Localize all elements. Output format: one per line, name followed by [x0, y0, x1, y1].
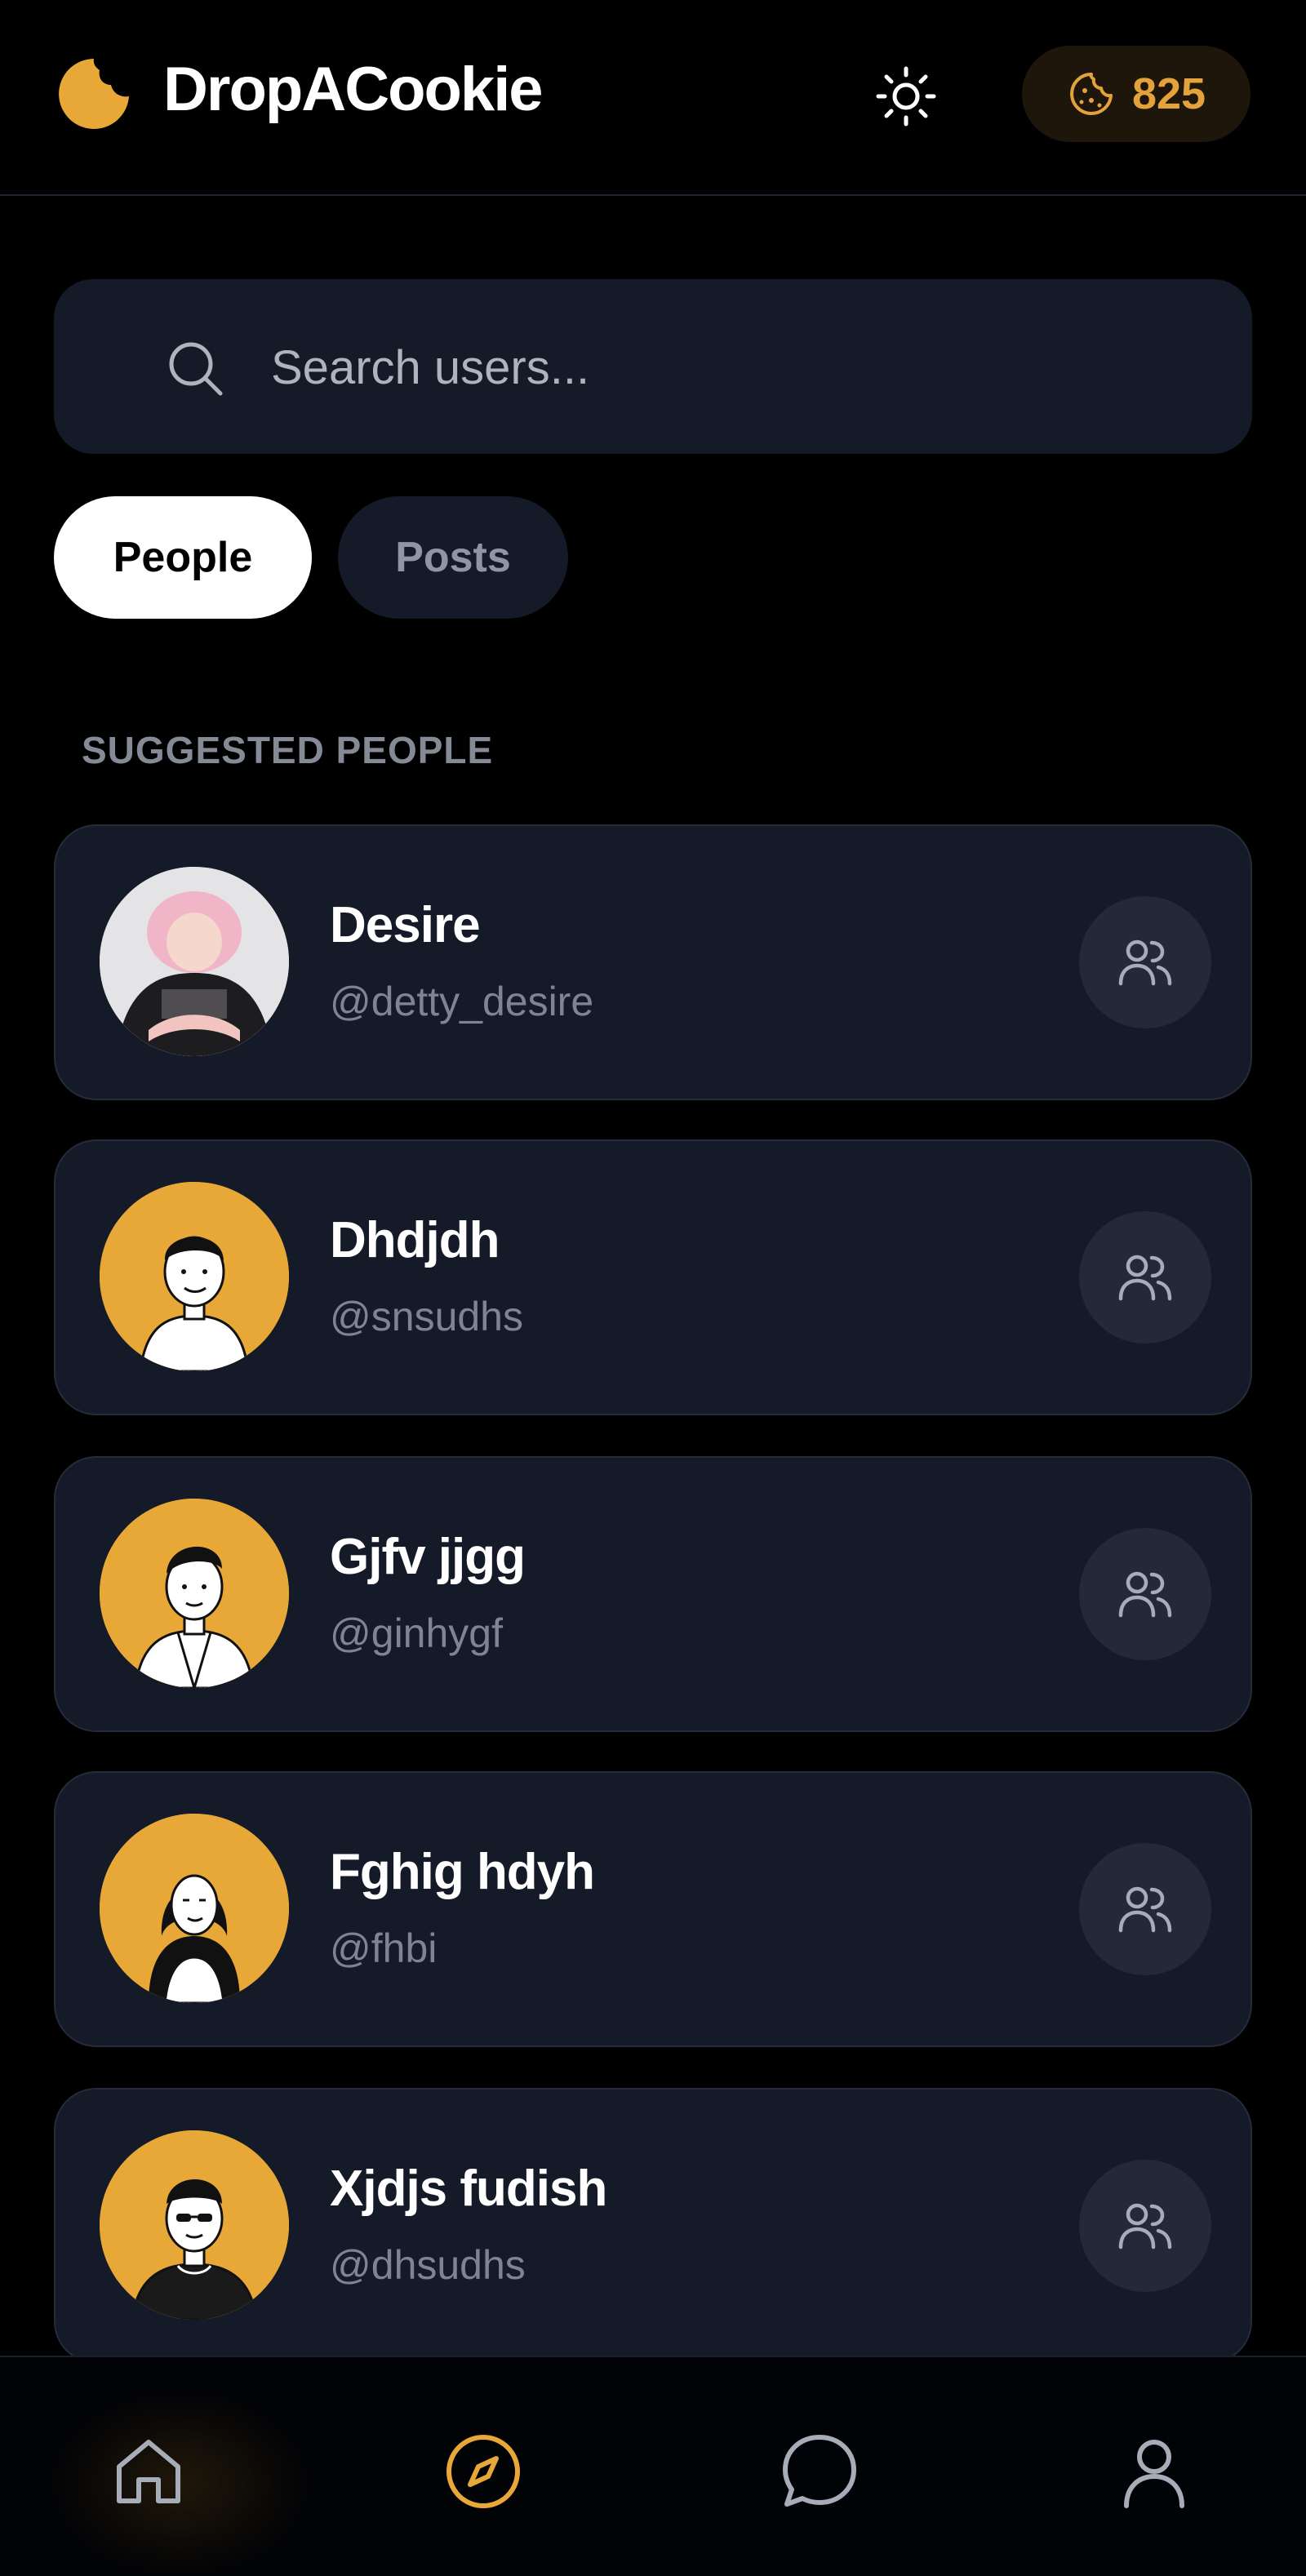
user-handle: @dhsudhs — [330, 2242, 526, 2288]
tab-posts[interactable]: Posts — [338, 496, 568, 619]
chat-icon — [783, 2435, 856, 2507]
user-handle: @detty_desire — [330, 979, 594, 1024]
home-icon — [117, 2440, 180, 2503]
nav-explore[interactable] — [434, 2423, 532, 2520]
nav-messages[interactable] — [771, 2423, 868, 2520]
user-card[interactable]: Xjdjs fudish @dhsudhs — [54, 2088, 1252, 2364]
top-bar: DropACookie 825 — [0, 0, 1306, 196]
tab-people[interactable]: People — [54, 496, 312, 619]
app-root: DropACookie 825 Search users... People P… — [0, 0, 1306, 2576]
avatar[interactable] — [100, 1182, 289, 1371]
section-heading: SUGGESTED PEOPLE — [82, 729, 494, 771]
cookie-balance-badge[interactable]: 825 — [1022, 46, 1250, 142]
cookie-logo-icon — [56, 56, 132, 132]
add-friend-icon — [1118, 1886, 1172, 1933]
avatar[interactable] — [100, 867, 289, 1056]
search-bar[interactable] — [54, 279, 1252, 454]
add-friend-icon — [1118, 939, 1172, 986]
user-card[interactable]: Dhdjdh @snsudhs — [54, 1139, 1252, 1415]
user-name: Fghig hdyh — [330, 1844, 595, 1900]
user-card[interactable]: Desire @detty_desire — [54, 824, 1252, 1100]
avatar[interactable] — [100, 1499, 289, 1688]
cookie-icon — [1070, 73, 1113, 115]
add-friend-icon — [1118, 1255, 1172, 1301]
user-name: Gjfv jjgg — [330, 1529, 526, 1585]
cookie-count: 825 — [1131, 69, 1206, 118]
follow-button[interactable] — [1079, 1843, 1211, 1975]
user-card[interactable]: Fghig hdyh @fhbi — [54, 1771, 1252, 2047]
nav-home[interactable] — [100, 2423, 198, 2520]
profile-icon — [1124, 2440, 1184, 2508]
user-name: Desire — [330, 897, 481, 953]
user-card[interactable]: Gjfv jjgg @ginhygf — [54, 1456, 1252, 1732]
add-friend-icon — [1118, 1571, 1172, 1618]
user-name: Xjdjs fudish — [330, 2161, 607, 2217]
sun-icon — [876, 66, 936, 127]
follow-button[interactable] — [1079, 1211, 1211, 1344]
app-brand: DropACookie — [163, 55, 544, 124]
user-handle: @ginhygf — [330, 1610, 503, 1656]
follow-button[interactable] — [1079, 896, 1211, 1028]
bottom-nav — [0, 2356, 1306, 2576]
user-handle: @fhbi — [330, 1925, 438, 1971]
follow-button[interactable] — [1079, 1528, 1211, 1660]
user-name: Dhdjdh — [330, 1212, 500, 1268]
avatar[interactable] — [100, 1814, 289, 2003]
theme-toggle-button[interactable] — [867, 57, 945, 135]
nav-profile[interactable] — [1105, 2423, 1203, 2520]
user-handle: @snsudhs — [330, 1294, 523, 1339]
compass-icon — [446, 2435, 520, 2508]
search-icon — [169, 342, 223, 396]
add-friend-icon — [1118, 2203, 1172, 2250]
avatar[interactable] — [100, 2130, 289, 2320]
follow-button[interactable] — [1079, 2160, 1211, 2292]
search-input[interactable] — [271, 328, 1210, 406]
